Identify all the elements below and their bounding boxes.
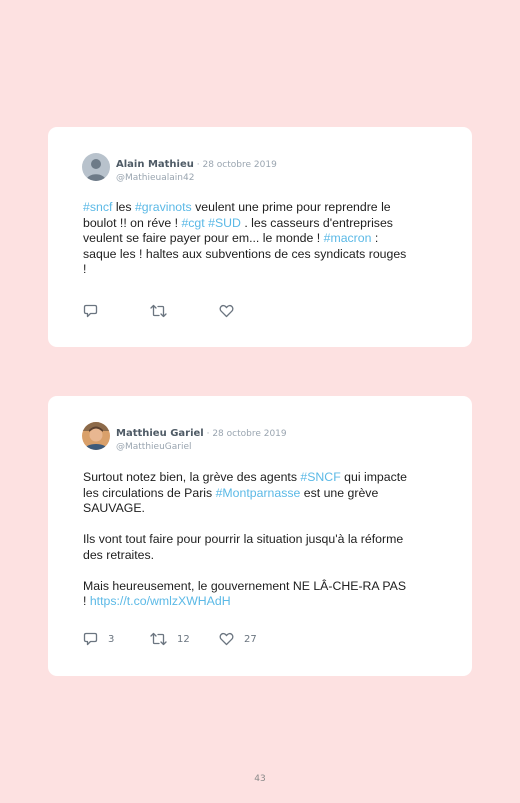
- tweet-text-segment: est une grève: [300, 485, 379, 500]
- tweet-date[interactable]: 28 octobre 2019: [212, 429, 286, 439]
- reply-icon: [83, 632, 98, 646]
- tweet-text-segment: . les casseurs d'entreprises: [240, 215, 393, 230]
- reply-count: 3: [108, 633, 115, 645]
- heart-icon: [219, 304, 234, 318]
- hashtag-link[interactable]: #Montparnasse: [216, 486, 301, 500]
- hashtag-link[interactable]: #cgt: [181, 216, 204, 230]
- avatar[interactable]: [82, 153, 110, 181]
- tweet-text-segment: des retraites.: [83, 547, 155, 562]
- like-count: 27: [244, 633, 257, 645]
- hashtag-link[interactable]: #gravinots: [135, 200, 192, 214]
- like-button[interactable]: 27: [219, 632, 257, 646]
- tweet-text: #sncf les #gravinots veulent une prime p…: [83, 200, 433, 278]
- reply-icon: [83, 304, 98, 318]
- reply-button[interactable]: 3: [83, 632, 114, 646]
- tweet-text: Surtout notez bien, la grève des agents …: [83, 470, 433, 610]
- tweet-card: Matthieu Gariel · 28 octobre 2019 @Matth…: [48, 396, 472, 676]
- author-name[interactable]: Matthieu Gariel: [116, 428, 204, 439]
- hashtag-link[interactable]: #SNCF: [300, 470, 340, 484]
- url-link[interactable]: https://t.co/wmlzXWHAdH: [90, 594, 231, 608]
- tweet-date[interactable]: 28 octobre 2019: [202, 160, 276, 170]
- tweet-text-segment: les circulations de Paris: [83, 485, 216, 500]
- tweet-text-segment: SAUVAGE.: [83, 501, 145, 515]
- tweet-text-segment: Surtout notez bien, la grève des agents: [83, 470, 301, 484]
- tweet-text-segment: veulent se faire payer pour em... le mon…: [83, 231, 324, 245]
- tweet-text-segment: les: [112, 200, 135, 214]
- tweet-text-segment: Ils vont tout faire pour pourrir la situ…: [83, 532, 404, 546]
- author-handle[interactable]: @MatthieuGariel: [116, 441, 287, 454]
- page-number: 43: [254, 774, 266, 784]
- hashtag-link[interactable]: #sncf: [83, 200, 112, 214]
- hashtag-link[interactable]: #macron: [324, 231, 372, 245]
- tweet-text-segment: :: [371, 231, 379, 245]
- retweet-icon: [150, 304, 167, 318]
- author-name[interactable]: Alain Mathieu: [116, 159, 194, 170]
- tweet-text-segment: !: [83, 594, 90, 608]
- tweet-text-segment: saque les ! haltes aux subventions de ce…: [83, 246, 407, 261]
- avatar[interactable]: [82, 422, 110, 450]
- tweet-text-segment: veulent une prime pour reprendre le: [191, 200, 391, 214]
- hashtag-link[interactable]: #SUD: [208, 216, 241, 230]
- tweet-header: Alain Mathieu · 28 octobre 2019 @Mathieu…: [116, 156, 277, 185]
- tweet-header: Matthieu Gariel · 28 octobre 2019 @Matth…: [116, 425, 287, 454]
- retweet-icon: [150, 632, 167, 646]
- tweet-card: Alain Mathieu · 28 octobre 2019 @Mathieu…: [48, 127, 472, 347]
- tweet-text-segment: qui impacte: [340, 470, 408, 484]
- reply-button[interactable]: [83, 304, 108, 318]
- author-handle[interactable]: @Mathieualain42: [116, 172, 277, 185]
- tweet-text-segment: boulot !! on réve !: [83, 215, 182, 230]
- like-button[interactable]: [219, 304, 244, 318]
- heart-icon: [219, 632, 234, 646]
- retweet-button[interactable]: [150, 304, 177, 318]
- tweet-text-segment: !: [83, 262, 87, 276]
- retweet-button[interactable]: 12: [150, 632, 190, 646]
- tweet-text-segment: Mais heureusement, le gouvernement NE LÂ…: [83, 578, 407, 593]
- retweet-count: 12: [177, 633, 190, 645]
